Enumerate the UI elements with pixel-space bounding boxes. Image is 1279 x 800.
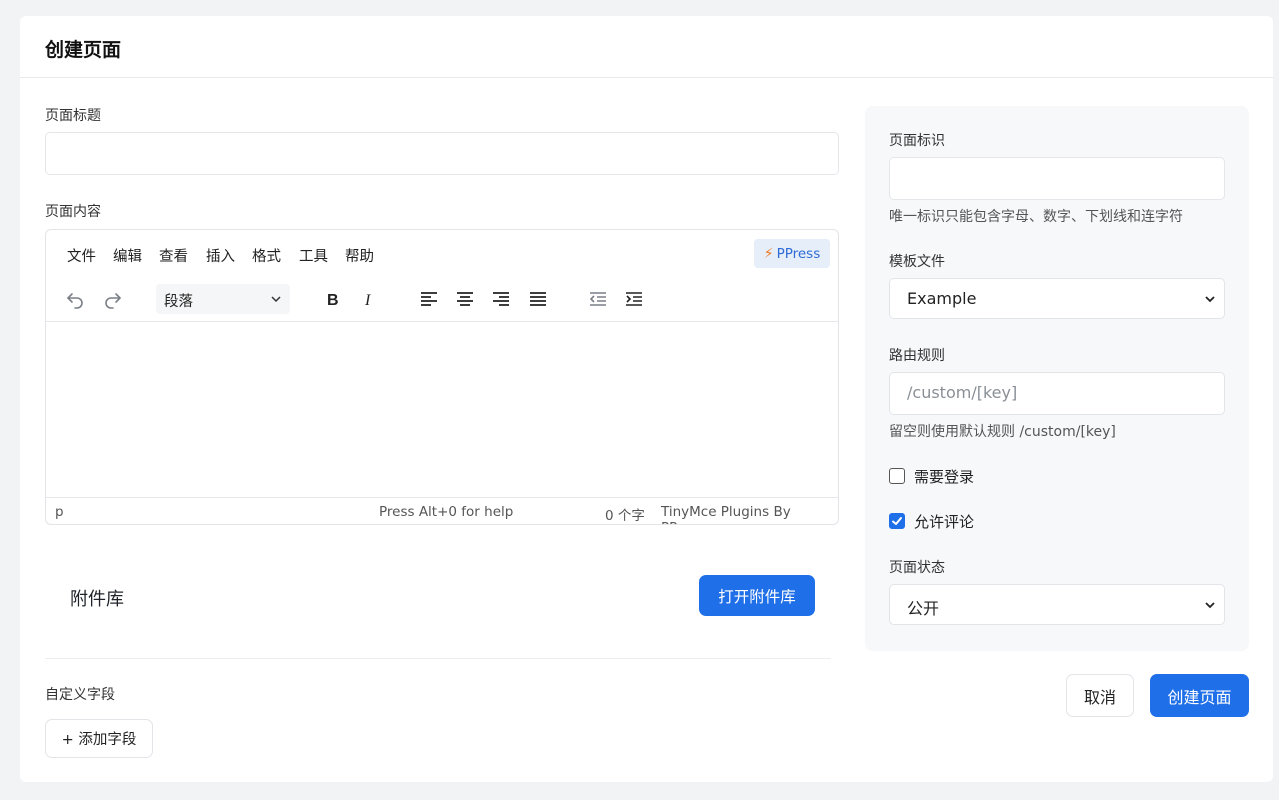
page-title-input[interactable] bbox=[45, 132, 839, 175]
editor-menubar: 文件 编辑 查看 插入 格式 工具 帮助 ⚡ PPress bbox=[46, 230, 838, 278]
open-attachments-button[interactable]: 打开附件库 bbox=[699, 575, 815, 616]
menu-help[interactable]: 帮助 bbox=[345, 245, 374, 266]
bold-icon[interactable]: B bbox=[321, 287, 345, 311]
section-divider bbox=[45, 658, 831, 659]
ppress-badge-label: PPress bbox=[776, 245, 821, 262]
italic-icon[interactable]: I bbox=[357, 287, 381, 311]
route-placeholder: /custom/[key] bbox=[907, 383, 1018, 402]
menu-view[interactable]: 查看 bbox=[159, 245, 188, 266]
editor-toolbar: 段落 B I bbox=[46, 278, 838, 322]
undo-icon[interactable] bbox=[63, 287, 87, 311]
slug-input[interactable] bbox=[889, 157, 1225, 200]
editor-statusbar: p Press Alt+0 for help 0 个字 TinyMce Plug… bbox=[46, 497, 838, 524]
plugin-brand[interactable]: TinyMce Plugins By PPress bbox=[661, 504, 838, 524]
block-format-select[interactable]: 段落 bbox=[156, 284, 290, 314]
align-left-icon[interactable] bbox=[417, 287, 441, 311]
page-settings-panel: 页面标识 唯一标识只能包含字母、数字、下划线和连字符 模板文件 Example … bbox=[865, 106, 1249, 651]
status-value: 公开 bbox=[907, 599, 940, 618]
rich-text-editor: 文件 编辑 查看 插入 格式 工具 帮助 ⚡ PPress 段落 B I p P… bbox=[45, 229, 839, 525]
template-value: Example bbox=[907, 289, 977, 308]
menu-format[interactable]: 格式 bbox=[252, 245, 281, 266]
indent-icon[interactable] bbox=[622, 287, 646, 311]
help-hint: Press Alt+0 for help bbox=[379, 504, 514, 520]
chevron-down-icon bbox=[1205, 296, 1215, 303]
chevron-down-icon bbox=[271, 296, 281, 303]
route-input[interactable]: /custom/[key] bbox=[889, 372, 1225, 415]
template-select[interactable]: Example bbox=[889, 278, 1225, 319]
redo-icon[interactable] bbox=[101, 287, 125, 311]
menu-tools[interactable]: 工具 bbox=[299, 245, 328, 266]
create-page-card: 创建页面 页面标题 页面内容 文件 编辑 查看 插入 格式 工具 帮助 ⚡ PP… bbox=[20, 16, 1273, 782]
element-path[interactable]: p bbox=[55, 504, 64, 520]
route-label: 路由规则 bbox=[889, 348, 945, 364]
allow-comments-checkbox[interactable] bbox=[889, 513, 905, 529]
chevron-down-icon bbox=[1205, 602, 1215, 609]
page-title: 创建页面 bbox=[45, 39, 122, 61]
menu-edit[interactable]: 编辑 bbox=[113, 245, 142, 266]
ppress-badge[interactable]: ⚡ PPress bbox=[754, 239, 830, 268]
route-hint: 留空则使用默认规则 /custom/[key] bbox=[889, 424, 1116, 440]
card-header: 创建页面 bbox=[20, 16, 1273, 78]
slug-hint: 唯一标识只能包含字母、数字、下划线和连字符 bbox=[889, 209, 1183, 225]
attachments-title: 附件库 bbox=[70, 589, 124, 610]
editor-content-area[interactable] bbox=[46, 322, 838, 498]
outdent-icon[interactable] bbox=[586, 287, 610, 311]
menu-insert[interactable]: 插入 bbox=[206, 245, 235, 266]
svg-text:I: I bbox=[364, 292, 371, 309]
align-justify-icon[interactable] bbox=[526, 287, 550, 311]
cancel-button[interactable]: 取消 bbox=[1066, 674, 1134, 717]
svg-text:B: B bbox=[327, 292, 339, 309]
checkmark-icon bbox=[892, 517, 902, 525]
lightning-icon: ⚡ bbox=[763, 245, 774, 262]
template-label: 模板文件 bbox=[889, 254, 945, 270]
align-center-icon[interactable] bbox=[453, 287, 477, 311]
allow-comments-label[interactable]: 允许评论 bbox=[914, 511, 974, 532]
status-select[interactable]: 公开 bbox=[889, 584, 1225, 625]
create-page-button[interactable]: 创建页面 bbox=[1150, 674, 1249, 717]
block-format-value: 段落 bbox=[164, 294, 193, 310]
menu-file[interactable]: 文件 bbox=[67, 245, 96, 266]
add-field-button[interactable]: + 添加字段 bbox=[45, 719, 153, 758]
slug-label: 页面标识 bbox=[889, 133, 945, 149]
custom-fields-label: 自定义字段 bbox=[45, 687, 115, 703]
status-label: 页面状态 bbox=[889, 560, 945, 576]
require-login-checkbox[interactable] bbox=[889, 468, 905, 484]
align-right-icon[interactable] bbox=[489, 287, 513, 311]
word-count[interactable]: 0 个字 bbox=[605, 504, 645, 524]
page-title-label: 页面标题 bbox=[45, 108, 101, 124]
require-login-label[interactable]: 需要登录 bbox=[914, 466, 974, 487]
page-content-label: 页面内容 bbox=[45, 204, 101, 220]
